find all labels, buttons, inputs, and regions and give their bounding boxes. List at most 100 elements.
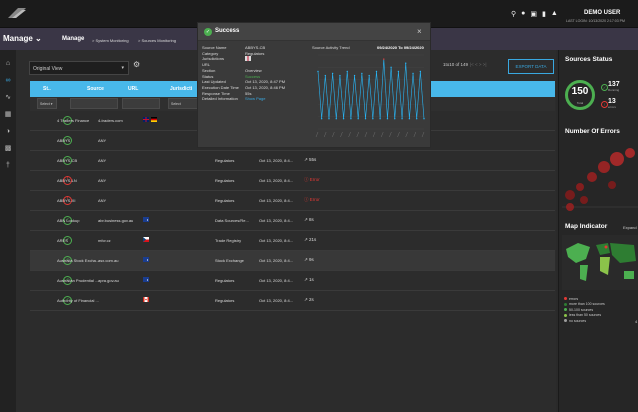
modal-field-value: Overview xyxy=(245,67,262,73)
trend-icon: ↗ xyxy=(304,217,308,222)
home-icon[interactable]: ⌂ xyxy=(4,60,12,68)
x-tick xyxy=(413,131,417,138)
table-row[interactable]: ✓ ABN Lookup abr.business.gov.au Data Sourc… xyxy=(30,211,555,231)
col-status[interactable]: St.. xyxy=(43,86,51,92)
bookmark-icon[interactable]: ▮ xyxy=(542,10,546,18)
manage-dropdown[interactable]: Manage ⌄ xyxy=(3,34,42,43)
modal-field-label: Last Updated xyxy=(202,79,226,85)
modal-field-value: ABBYS-CB xyxy=(245,45,266,50)
activity-point xyxy=(339,74,341,77)
table-row[interactable]: ✓ Australian Prudential ... apra.gov.au Reg… xyxy=(30,271,555,291)
legend-dot xyxy=(564,308,567,312)
last-updated: Oct 13, 2020, 8:4... xyxy=(259,158,294,163)
x-tick xyxy=(381,131,384,138)
activity-point xyxy=(342,118,345,120)
activity-point xyxy=(335,118,337,120)
table-row[interactable]: ! ABBYS-XI ANY Regulators Oct 13, 2020, 8:4.… xyxy=(30,191,555,211)
response-time: ↗ 8s xyxy=(304,217,314,223)
breadcrumb-system-monitoring[interactable]: > System Monitoring xyxy=(92,38,129,43)
trend-icon[interactable]: ∿ xyxy=(4,94,12,102)
export-data-button[interactable]: EXPORT DATA xyxy=(508,59,554,74)
response-time-value: 1s xyxy=(309,277,314,282)
success-modal: ✓ Success × Source Name ABBYS-CB Category R… xyxy=(197,22,431,148)
view-select[interactable]: Original View ▾ xyxy=(29,61,129,75)
table-row[interactable]: ✓ ABBYS-CB ANY Regulators Oct 13, 2020, 8:4.… xyxy=(30,151,555,171)
source-name[interactable]: Authority of Financial ... xyxy=(57,298,112,303)
source-url[interactable]: abr.business.gov.au xyxy=(98,218,142,223)
source-url[interactable]: ANY xyxy=(98,198,142,203)
table-row[interactable]: ✓ ARES mfcr.cz Trade Registry Oct 13, 2020, … xyxy=(30,231,555,251)
error-icon: ⓘ xyxy=(304,177,309,182)
response-time: ↗ 55s xyxy=(304,157,316,163)
side-nav: ⌂ ∞ ∿ ▦ ◑ ▩ † xyxy=(0,50,16,412)
x-tick xyxy=(372,131,376,138)
col-source[interactable]: Source xyxy=(87,86,104,92)
source-url[interactable]: ANY xyxy=(98,138,142,143)
last-updated: Oct 13, 2020, 8:4... xyxy=(259,178,294,183)
map-legend: errors more than 100 sources 50-100 source… xyxy=(564,296,605,324)
activity-point xyxy=(412,72,414,75)
source-url[interactable]: mfcr.cz xyxy=(98,238,142,243)
source-url[interactable]: ANY xyxy=(98,158,142,163)
status-filter-label: Select xyxy=(40,102,50,106)
error-label: errors xyxy=(608,105,616,109)
source-url[interactable]: asx.com.au xyxy=(98,258,142,263)
activity-point xyxy=(397,70,400,73)
table-row[interactable]: ! ABBYS-LN ANY Regulators Oct 13, 2020, 8:4.… xyxy=(30,171,555,191)
category: Trade Registry xyxy=(215,238,242,243)
jurisdiction-filter[interactable]: Select xyxy=(168,98,198,109)
jurisdiction-flag-icon xyxy=(143,297,149,302)
jurisdiction-flag-icon xyxy=(143,277,149,282)
breadcrumb-sources-monitoring[interactable]: > Sources Monitoring xyxy=(138,38,176,43)
show-page-link[interactable]: Show Page xyxy=(245,96,265,101)
activity-point xyxy=(375,70,378,73)
legend-label: 50-100 sources xyxy=(569,307,594,312)
table-row[interactable]: ✓ Australia Stock Excha... asx.com.au Stock… xyxy=(30,251,555,271)
status-filter[interactable]: Select ▾ xyxy=(37,98,57,109)
grid-icon[interactable]: ▦ xyxy=(4,111,12,119)
response-time-value: Error xyxy=(309,177,320,182)
user-name[interactable]: DEMO USER xyxy=(584,10,620,16)
close-icon[interactable]: × xyxy=(417,27,422,36)
activity-point xyxy=(364,118,367,120)
breadcrumb-manage[interactable]: Manage xyxy=(62,36,84,42)
user-icon[interactable]: † xyxy=(4,162,12,170)
legend-dot xyxy=(564,319,567,323)
modal-field-label: Section xyxy=(202,67,216,73)
dashboard-icon[interactable]: ◑ xyxy=(4,128,12,136)
chart-title: Source Activity Trend xyxy=(312,45,350,50)
last-login: LAST LOGIN: 10/13/2020 2:17:03 PM xyxy=(566,19,625,23)
pagination-arrows[interactable]: |< < > >| xyxy=(470,62,487,67)
response-time: ↗ 9s xyxy=(304,257,314,263)
search-icon[interactable]: ⚲ xyxy=(511,10,516,18)
calendar-icon[interactable]: ▣ xyxy=(530,10,537,18)
map-expand-link[interactable]: Expand xyxy=(623,225,637,230)
table-row[interactable]: ✓ Authority of Financial ... Regulators Oct… xyxy=(30,291,555,311)
source-filter[interactable] xyxy=(70,98,118,109)
monitor-icon[interactable]: ∞ xyxy=(4,77,12,85)
x-tick xyxy=(315,131,319,138)
gear-icon[interactable]: ⚙ xyxy=(133,60,140,69)
errors-bubble-chart xyxy=(562,148,638,211)
col-url[interactable]: URL xyxy=(128,86,138,92)
info-icon[interactable]: ● xyxy=(521,10,525,18)
activity-trend-chart xyxy=(315,54,425,138)
response-time-value: 2s xyxy=(309,297,314,302)
activity-point xyxy=(368,74,370,77)
source-url[interactable]: ANY xyxy=(98,178,142,183)
activity-point xyxy=(390,66,392,69)
source-url[interactable]: apra.gov.au xyxy=(98,278,142,283)
response-time-value: 55s xyxy=(309,157,317,162)
response-time-value: 21s xyxy=(309,237,317,242)
source-url[interactable]: 4-traders.com xyxy=(98,118,142,123)
top-icons: ⚲ ● ▣ ▮ ▲ xyxy=(511,10,558,18)
response-time: ⓘ Error xyxy=(304,177,320,183)
url-filter[interactable] xyxy=(122,98,160,109)
x-tick xyxy=(348,131,351,138)
col-jurisdiction[interactable]: Jurisdicti xyxy=(170,86,192,92)
chart-range: 09/24/2020 To 09/24/2020 xyxy=(377,45,424,50)
x-tick xyxy=(364,131,368,138)
bell-icon[interactable]: ▲ xyxy=(551,10,558,18)
document-icon[interactable]: ▩ xyxy=(4,145,12,153)
last-updated: Oct 13, 2020, 8:4... xyxy=(259,278,294,283)
